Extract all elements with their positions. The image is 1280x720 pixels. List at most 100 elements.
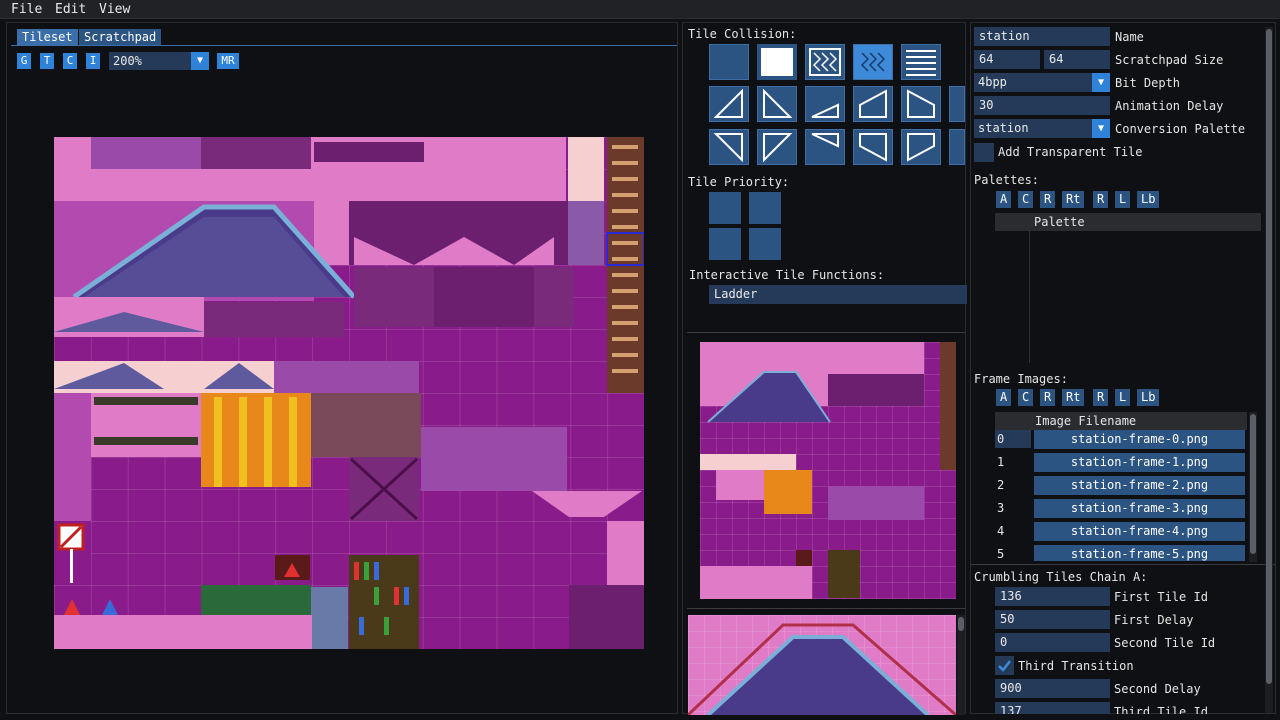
settings-scrollbar[interactable] bbox=[1265, 27, 1273, 713]
menu-view[interactable]: View bbox=[99, 2, 130, 17]
tileset-canvas[interactable] bbox=[54, 137, 644, 649]
third-transition-checkbox[interactable] bbox=[995, 656, 1014, 675]
grid-toggle-button[interactable]: G bbox=[17, 53, 31, 69]
collision-hatched-button[interactable] bbox=[805, 44, 845, 80]
scratchpad-width-input[interactable]: 64 bbox=[974, 50, 1040, 69]
slope-8-button[interactable] bbox=[757, 129, 797, 165]
tile-priority-title: Tile Priority: bbox=[688, 175, 790, 189]
frame-list-scrollbar[interactable] bbox=[1249, 412, 1257, 562]
palette-raise-top-button[interactable]: Rt bbox=[1062, 191, 1085, 208]
bit-depth-label: Bit Depth bbox=[1115, 76, 1181, 90]
animation-delay-input[interactable]: 30 bbox=[974, 96, 1110, 115]
priority-tl-button[interactable] bbox=[709, 192, 741, 224]
animation-delay-label: Animation Delay bbox=[1115, 99, 1224, 113]
frame-index: 2 bbox=[997, 478, 1005, 492]
frame-add-button[interactable]: A bbox=[996, 389, 1012, 406]
zoom-select[interactable]: 200% ▼ bbox=[109, 52, 209, 70]
slope-icon bbox=[811, 103, 839, 118]
palette-column-header: Palette bbox=[1034, 215, 1085, 229]
first-delay-input[interactable]: 50 bbox=[995, 610, 1110, 629]
palette-add-button[interactable]: A bbox=[996, 191, 1012, 208]
frame-file-button[interactable]: station-frame-3.png bbox=[1034, 499, 1245, 518]
scrollbar-thumb[interactable] bbox=[958, 617, 964, 631]
frame-file-button[interactable]: station-frame-4.png bbox=[1034, 522, 1245, 541]
settings-panel: station Name 64 64 Scratchpad Size 4bpp … bbox=[970, 22, 1276, 714]
slope-icon bbox=[907, 133, 935, 162]
chevron-down-icon: ▼ bbox=[1092, 73, 1110, 92]
frame-raise-top-button[interactable]: Rt bbox=[1062, 389, 1085, 406]
slope-icon bbox=[713, 88, 743, 118]
slope-icon bbox=[811, 133, 839, 148]
second-delay-input[interactable]: 900 bbox=[995, 679, 1110, 698]
slope-12-button[interactable] bbox=[949, 129, 965, 165]
frame-remove-button[interactable]: R bbox=[1040, 389, 1056, 406]
palette-lower-bottom-button[interactable]: Lb bbox=[1137, 191, 1160, 208]
hatch-icon bbox=[809, 48, 841, 76]
collision-platform-button[interactable] bbox=[853, 44, 893, 80]
frame-raise-button[interactable]: R bbox=[1093, 389, 1109, 406]
interactive-toggle-button[interactable]: I bbox=[86, 53, 100, 69]
palette-raise-button[interactable]: R bbox=[1093, 191, 1109, 208]
name-input[interactable]: station bbox=[974, 27, 1110, 46]
bit-depth-select[interactable]: 4bpp ▼ bbox=[974, 73, 1110, 92]
second-delay-label: Second Delay bbox=[1114, 682, 1201, 696]
collision-ladder-button[interactable] bbox=[901, 44, 941, 80]
slope-7-button[interactable] bbox=[709, 129, 749, 165]
menu-file[interactable]: File bbox=[11, 2, 42, 17]
first-tile-id-input[interactable]: 136 bbox=[995, 587, 1110, 606]
second-tile-id-input[interactable]: 0 bbox=[995, 633, 1110, 652]
conversion-palette-select[interactable]: station ▼ bbox=[974, 119, 1110, 138]
frame-index: 4 bbox=[997, 524, 1005, 538]
interactive-function-item[interactable]: Ladder bbox=[709, 285, 967, 304]
scratchpad-height-input[interactable]: 64 bbox=[1044, 50, 1110, 69]
add-transparent-checkbox[interactable] bbox=[974, 143, 994, 162]
slope-5-button[interactable] bbox=[901, 86, 941, 122]
frame-file-button[interactable]: station-frame-2.png bbox=[1034, 476, 1245, 495]
palette-lower-button[interactable]: L bbox=[1115, 191, 1131, 208]
slope-9-button[interactable] bbox=[805, 129, 845, 165]
third-tile-id-label: Third Tile Id bbox=[1114, 705, 1208, 714]
menu-edit[interactable]: Edit bbox=[55, 2, 86, 17]
frame-clone-button[interactable]: C bbox=[1018, 389, 1034, 406]
scratchpad-preview[interactable] bbox=[688, 615, 956, 715]
tileset-preview[interactable] bbox=[700, 342, 956, 599]
scrollbar-thumb[interactable] bbox=[1266, 29, 1272, 684]
frame-lower-bottom-button[interactable]: Lb bbox=[1137, 389, 1160, 406]
palette-remove-button[interactable]: R bbox=[1040, 191, 1056, 208]
slope-1-button[interactable] bbox=[709, 86, 749, 122]
slope-6-button[interactable] bbox=[949, 86, 965, 122]
third-tile-id-input[interactable]: 137 bbox=[995, 702, 1110, 714]
slope-2-button[interactable] bbox=[757, 86, 797, 122]
tab-tileset[interactable]: Tileset bbox=[17, 29, 78, 46]
frame-file-button[interactable]: station-frame-1.png bbox=[1034, 453, 1245, 472]
slope-icon bbox=[763, 133, 793, 163]
frame-lower-button[interactable]: L bbox=[1115, 389, 1131, 406]
tab-scratchpad[interactable]: Scratchpad bbox=[79, 29, 162, 46]
slope-4-button[interactable] bbox=[853, 86, 893, 122]
slope-11-button[interactable] bbox=[901, 129, 941, 165]
zoom-value: 200% bbox=[113, 54, 142, 68]
palette-clone-button[interactable]: C bbox=[1018, 191, 1034, 208]
scrollbar-thumb[interactable] bbox=[1250, 414, 1256, 554]
frame-index: 5 bbox=[997, 547, 1005, 561]
frame-file-button[interactable]: station-frame-0.png bbox=[1034, 430, 1245, 449]
scratchpad-preview-art bbox=[688, 623, 956, 715]
priority-br-button[interactable] bbox=[749, 228, 781, 260]
slope-10-button[interactable] bbox=[853, 129, 893, 165]
priority-bl-button[interactable] bbox=[709, 228, 741, 260]
slope-3-button[interactable] bbox=[805, 86, 845, 122]
scratchpad-size-label: Scratchpad Size bbox=[1115, 53, 1224, 67]
priority-tr-button[interactable] bbox=[749, 192, 781, 224]
collision-toggle-button[interactable]: C bbox=[63, 53, 77, 69]
divider bbox=[687, 608, 965, 609]
mr-button[interactable]: MR bbox=[217, 53, 239, 69]
scratchpad-scrollbar[interactable] bbox=[957, 615, 965, 715]
collision-none-button[interactable] bbox=[709, 44, 749, 80]
slope-icon bbox=[907, 89, 935, 118]
frame-file-button[interactable]: station-frame-5.png bbox=[1034, 545, 1245, 561]
menu-bar: File Edit View bbox=[0, 0, 1280, 19]
chevron-down-icon: ▼ bbox=[191, 52, 209, 70]
collision-solid-button[interactable] bbox=[757, 44, 797, 80]
interactive-title: Interactive Tile Functions: bbox=[689, 268, 885, 282]
tile-toggle-button[interactable]: T bbox=[40, 53, 54, 69]
